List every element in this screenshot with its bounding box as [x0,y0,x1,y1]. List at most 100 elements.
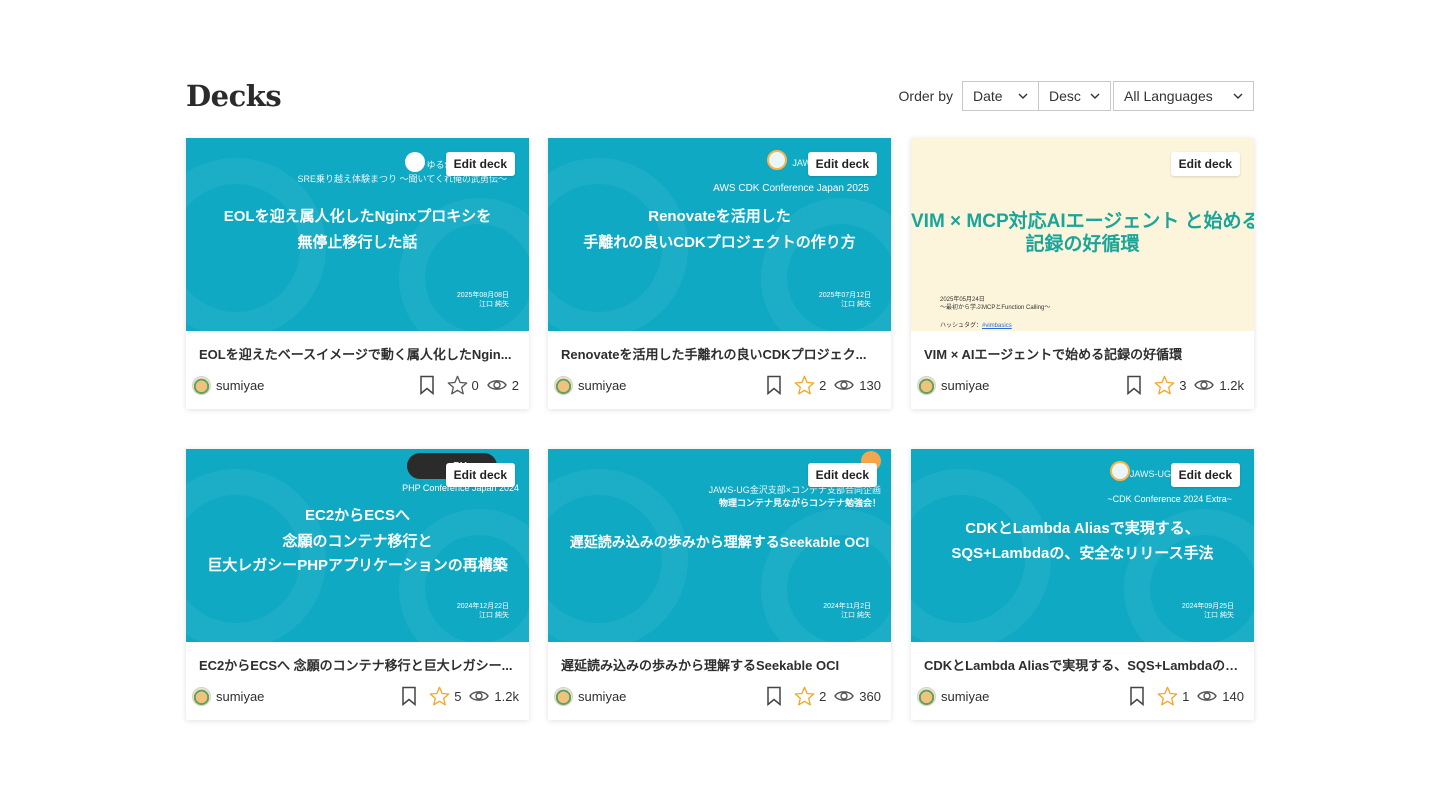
author-link[interactable]: sumiyae [192,686,265,706]
deck-meta: sumiyae 1 140 [917,685,1244,707]
sort-direction-select[interactable]: Desc [1039,81,1111,111]
star-icon[interactable] [794,686,815,706]
deck-meta: sumiyae 5 1.2k [192,685,519,707]
slide-title-line: Renovateを活用した [648,208,791,225]
slide-title-line: 手離れの良いCDKプロジェクトの作り方 [583,234,856,251]
deck-thumbnail[interactable]: JAWS AWS CDK Conference Japan 2025 Renov… [548,138,891,331]
edit-deck-button[interactable]: Edit deck [807,152,877,176]
view-count: 1.2k [1219,377,1244,393]
deck-thumbnail[interactable]: VIM × MCP対応AIエージェント と始める 記録の好循環 2025年05月… [911,138,1254,331]
slide-date: 2024年09月25日 江口 純矢 [1181,603,1234,619]
deck-title[interactable]: EOLを迎えたベースイメージで動く属人化したNgin... [199,344,519,363]
deck-card[interactable]: JAWS AWS CDK Conference Japan 2025 Renov… [548,138,891,409]
deck-title[interactable]: EC2からECSへ 念願のコンテナ移行と巨大レガシー... [199,655,519,674]
slide-title-line: 巨大レガシーPHPアプリケーションの再構築 [207,557,508,574]
sort-field-value: Date [973,88,1003,104]
jaws-logo-icon [767,150,787,170]
author-link[interactable]: sumiyae [917,375,990,395]
bookmark-icon[interactable] [1126,375,1142,395]
slide-date: 2025年05月24日 [940,297,985,303]
star-icon[interactable] [794,375,815,395]
avatar [917,686,936,706]
language-value: All Languages [1124,88,1213,104]
star-count: 5 [454,688,462,704]
slide-title-line: CDKとLambda Aliasで実現する、 [965,520,1200,537]
star-icon[interactable] [429,686,450,706]
edit-deck-button[interactable]: Edit deck [445,152,515,176]
author-name: sumiyae [216,688,265,704]
bookmark-icon[interactable] [766,686,782,706]
author-link[interactable]: sumiyae [192,375,264,395]
star-count: 3 [1179,377,1187,393]
star-icon[interactable] [1157,686,1178,706]
language-select[interactable]: All Languages [1113,81,1254,111]
slide-date: 2024年11月2日 江口 純矢 [823,603,871,619]
author-link[interactable]: sumiyae [917,686,989,706]
avatar [192,375,211,395]
author-link[interactable]: sumiyae [554,375,626,395]
slide-subtitle: 〜最初から学ぶMCPとFunction Calling〜 [940,305,1051,311]
star-icon[interactable] [447,375,468,395]
order-by-label: Order by [898,88,953,104]
slide-date: 2025年08月08日 江口 純矢 [456,292,509,308]
bookmark-icon[interactable] [766,375,782,395]
bookmark-icon[interactable] [1129,686,1145,706]
slide-subtitle: AWS CDK Conference Japan 2025 [713,183,869,194]
view-count: 2 [511,377,519,393]
slide-date: 2024年12月22日 江口 純矢 [456,603,509,619]
deck-title[interactable]: 遅延読み込みの歩みから理解するSeekable OCI [561,655,881,674]
view-count: 1.2k [494,688,519,704]
eye-icon [1194,378,1215,392]
deck-title[interactable]: VIM × AIエージェントで始める記録の好循環 [924,344,1244,363]
decks-page: Decks Order by Date Desc All Languages ゆ [186,76,1254,720]
deck-thumbnail[interactable]: ゆるSR SRE乗り越え体験まつり 〜聞いてくれ俺の武勇伝〜 EOLを迎え属人化… [186,138,529,331]
deck-title[interactable]: CDKとLambda Aliasで実現する、SQS+Lambdaの、... [924,655,1244,674]
deck-stats: 1 140 [1129,686,1244,706]
deck-card[interactable]: PH PHP Conference Japan 2024 EC2からECSへ 念… [186,449,529,720]
deck-stats: 5 1.2k [401,686,519,706]
eye-icon [1197,689,1218,703]
deck-card[interactable]: JAWS-UG C ~CDK Conference 2024 Extra~ CD… [911,449,1254,720]
avatar [192,686,211,706]
eye-icon [834,378,855,392]
author-name: sumiyae [578,688,627,704]
edit-deck-button[interactable]: Edit deck [1170,152,1240,176]
eye-icon [486,378,507,392]
star-icon[interactable] [1154,375,1175,395]
deck-card[interactable]: ゆるSR SRE乗り越え体験まつり 〜聞いてくれ俺の武勇伝〜 EOLを迎え属人化… [186,138,529,409]
star-count: 2 [819,377,827,393]
bookmark-icon[interactable] [401,686,417,706]
chevron-down-icon [1017,90,1029,102]
edit-deck-button[interactable]: Edit deck [445,463,515,487]
avatar [554,686,573,706]
deck-thumbnail[interactable]: PH PHP Conference Japan 2024 EC2からECSへ 念… [186,449,529,642]
page-title: Decks [186,79,282,113]
author-link[interactable]: sumiyae [554,686,627,706]
star-count: 1 [1182,688,1190,704]
sort-controls: Order by Date Desc All Languages [899,81,1254,111]
chevron-down-icon [1232,90,1244,102]
deck-thumbnail[interactable]: JAWS-UG金沢支部×コンテナ支部合同企画 物理コンテナ見ながらコンテナ勉強会… [548,449,891,642]
jaws-logo-icon [1110,461,1130,481]
deck-meta: sumiyae 0 2 [192,374,519,396]
deck-card[interactable]: VIM × MCP対応AIエージェント と始める 記録の好循環 2025年05月… [911,138,1254,409]
deck-thumbnail[interactable]: JAWS-UG C ~CDK Conference 2024 Extra~ CD… [911,449,1254,642]
chevron-down-icon [1089,90,1101,102]
slide-title-line: 無停止移行した話 [297,234,418,251]
edit-deck-button[interactable]: Edit deck [1170,463,1240,487]
edit-deck-button[interactable]: Edit deck [807,463,877,487]
slide-date: 2025年07月12日 江口 純矢 [818,292,871,308]
avatar [554,375,573,395]
deck-meta: sumiyae 2 360 [554,685,881,707]
deck-meta: sumiyae 3 1.2k [917,374,1244,396]
author-name: sumiyae [941,377,990,393]
slide-title-line: SQS+Lambdaの、安全なリリース手法 [951,545,1214,562]
sort-direction-value: Desc [1049,88,1081,104]
sort-field-select[interactable]: Date [962,81,1039,111]
slide-hashtag: ハッシュタグ：#vimbasics [940,323,1012,329]
decks-header: Decks Order by Date Desc All Languages [186,76,1254,116]
penguin-logo-icon [405,152,425,172]
deck-card[interactable]: JAWS-UG金沢支部×コンテナ支部合同企画 物理コンテナ見ながらコンテナ勉強会… [548,449,891,720]
bookmark-icon[interactable] [419,375,435,395]
deck-title[interactable]: Renovateを活用した手離れの良いCDKプロジェク... [561,344,881,363]
